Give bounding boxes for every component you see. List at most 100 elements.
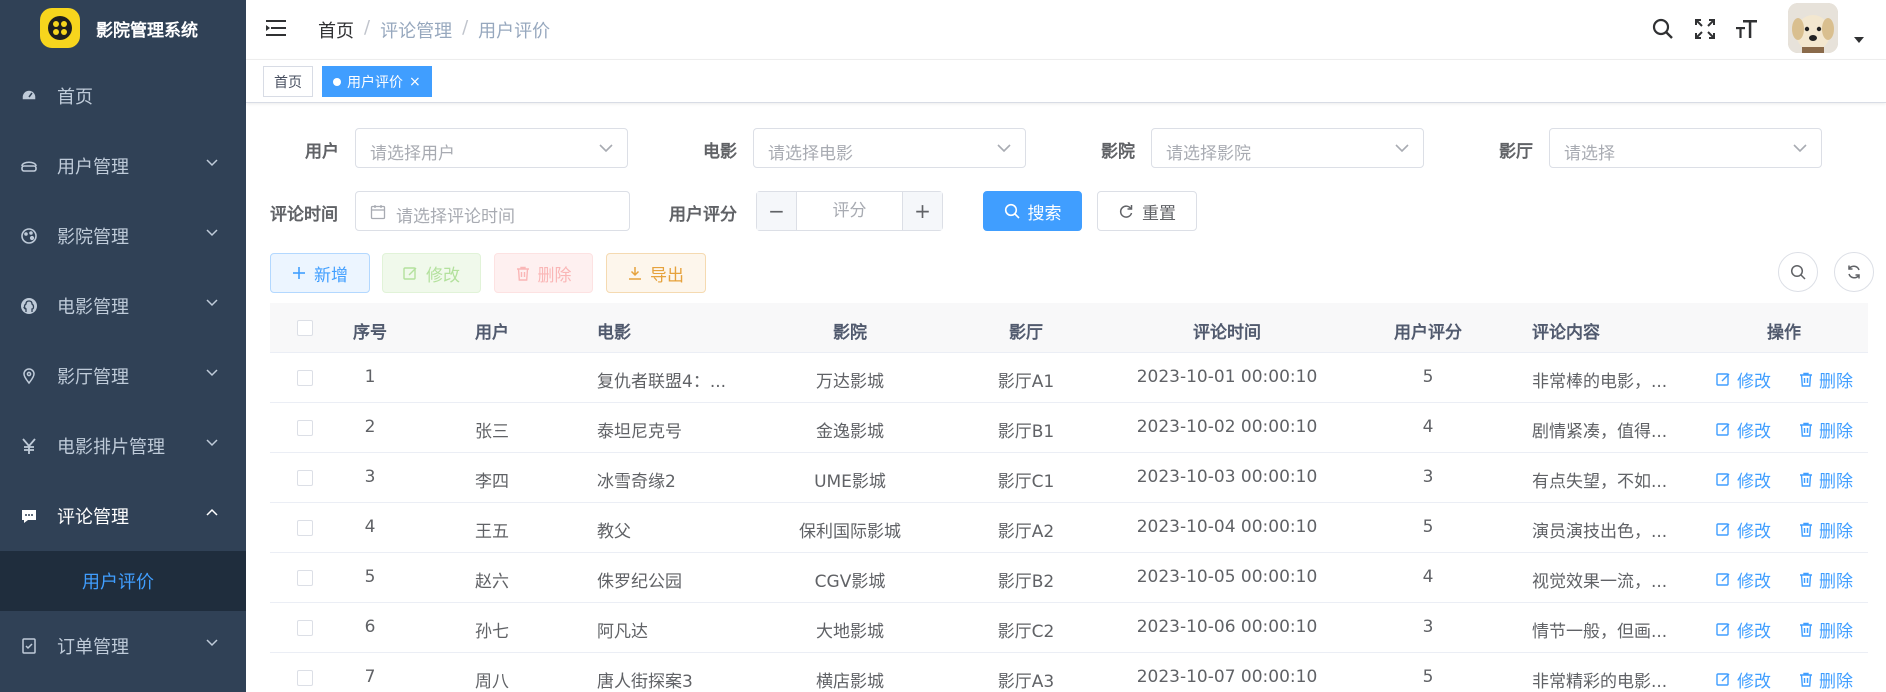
row-edit-button[interactable]: 修改 bbox=[1716, 517, 1771, 542]
breadcrumb-home[interactable]: 首页 bbox=[318, 17, 354, 43]
row-delete-label: 删除 bbox=[1819, 472, 1853, 492]
row-delete-button[interactable]: 删除 bbox=[1799, 367, 1853, 392]
edit-button[interactable]: 修改 bbox=[382, 253, 481, 293]
row-edit-button[interactable]: 修改 bbox=[1716, 567, 1771, 592]
cell-index: 1 bbox=[364, 367, 376, 387]
row-checkbox[interactable] bbox=[297, 520, 313, 536]
cinema-select[interactable]: 请选择影院 bbox=[1151, 128, 1424, 168]
row-checkbox[interactable] bbox=[297, 370, 313, 386]
palette-icon bbox=[19, 226, 39, 246]
sidebar-item-1[interactable]: 用户管理 bbox=[0, 131, 246, 201]
cell-content: 情节一般，但画... bbox=[1532, 622, 1668, 642]
table-row[interactable]: 3 李四 冰雪奇缘2 UME影城 影厅C1 2023-10-03 00:00:10 3 有点失… bbox=[270, 453, 1868, 503]
plus-button[interactable]: + bbox=[902, 192, 942, 230]
chevron-down-icon bbox=[206, 369, 218, 377]
hall-label: 影厅 bbox=[1499, 142, 1533, 162]
row-delete-button[interactable]: 删除 bbox=[1799, 467, 1853, 492]
row-checkbox[interactable] bbox=[297, 470, 313, 486]
row-checkbox[interactable] bbox=[297, 420, 313, 436]
header-user: 用户 bbox=[475, 323, 509, 343]
table-row[interactable]: 5 赵六 侏罗纪公园 CGV影城 影厅B2 2023-10-05 00:00:10 4 视觉效… bbox=[270, 553, 1868, 603]
font-size-icon[interactable] bbox=[1734, 16, 1760, 42]
row-delete-button[interactable]: 删除 bbox=[1799, 517, 1853, 542]
breadcrumb: 首页 / 评论管理 / 用户评价 bbox=[318, 17, 550, 43]
hamburger-icon[interactable] bbox=[266, 18, 288, 38]
row-checkbox[interactable] bbox=[297, 670, 313, 686]
row-edit-button[interactable]: 修改 bbox=[1716, 367, 1771, 392]
sidebar-item-2[interactable]: 影院管理 bbox=[0, 201, 246, 271]
row-edit-label: 修改 bbox=[1737, 622, 1771, 642]
movie-select[interactable]: 请选择电影 bbox=[753, 128, 1026, 168]
cell-cinema: 金逸影城 bbox=[816, 422, 884, 442]
sidebar-item-3[interactable]: 电影管理 bbox=[0, 271, 246, 341]
dashboard-icon bbox=[19, 86, 39, 106]
row-delete-button[interactable]: 删除 bbox=[1799, 417, 1853, 442]
cinema-select-placeholder: 请选择影院 bbox=[1166, 144, 1251, 164]
yen-icon bbox=[19, 436, 39, 456]
cell-hall: 影厅C2 bbox=[997, 622, 1055, 642]
table-row[interactable]: 1 复仇者联盟4：... 万达影城 影厅A1 2023-10-01 00:00:10 5 非… bbox=[270, 353, 1868, 403]
trash-icon bbox=[1800, 572, 1812, 587]
row-edit-button[interactable]: 修改 bbox=[1716, 667, 1771, 692]
user-label: 用户 bbox=[305, 142, 339, 162]
add-button-label: 新增 bbox=[314, 265, 348, 286]
logo[interactable]: 影院管理系统 bbox=[0, 0, 246, 56]
user-select[interactable]: 请选择用户 bbox=[355, 128, 628, 168]
row-checkbox[interactable] bbox=[297, 620, 313, 636]
cell-movie: 泰坦尼克号 bbox=[597, 422, 682, 442]
add-button[interactable]: 新增 bbox=[270, 253, 370, 293]
close-icon[interactable]: × bbox=[409, 74, 421, 90]
toggle-search-button[interactable] bbox=[1778, 252, 1818, 292]
sidebar-item-label: 用户管理 bbox=[57, 157, 129, 178]
score-input[interactable]: 评分 bbox=[797, 192, 902, 230]
tag-label: 首页 bbox=[274, 74, 302, 91]
cell-user: 孙七 bbox=[475, 622, 509, 642]
avatar[interactable] bbox=[1788, 3, 1838, 53]
tag-home[interactable]: 首页 bbox=[263, 66, 313, 97]
table-row[interactable]: 6 孙七 阿凡达 大地影城 影厅C2 2023-10-06 00:00:10 3 情节一般，但… bbox=[270, 603, 1868, 653]
row-edit-button[interactable]: 修改 bbox=[1716, 417, 1771, 442]
row-delete-button[interactable]: 删除 bbox=[1799, 667, 1853, 692]
export-button[interactable]: 导出 bbox=[606, 253, 706, 293]
sidebar-item-label: 电影排片管理 bbox=[57, 437, 165, 458]
caret-down-icon[interactable] bbox=[1854, 37, 1864, 43]
fullscreen-icon[interactable] bbox=[1692, 16, 1718, 42]
search-icon[interactable] bbox=[1650, 16, 1676, 42]
table-row[interactable]: 4 王五 教父 保利国际影城 影厅A2 2023-10-04 00:00:10 5 演员演技出… bbox=[270, 503, 1868, 553]
sidebar-item-6[interactable]: 评论管理 bbox=[0, 481, 246, 551]
user-group-icon bbox=[19, 156, 39, 176]
sidebar-subitem-user-review[interactable]: 用户评价 bbox=[0, 551, 246, 611]
reset-button[interactable]: 重置 bbox=[1097, 191, 1197, 231]
row-checkbox[interactable] bbox=[297, 570, 313, 586]
minus-button[interactable]: − bbox=[757, 192, 797, 230]
row-delete-button[interactable]: 删除 bbox=[1799, 617, 1853, 642]
delete-button[interactable]: 删除 bbox=[494, 253, 593, 293]
chat-icon bbox=[19, 506, 39, 526]
cell-hall: 影厅A3 bbox=[997, 672, 1055, 692]
sidebar-item-label: 影厅管理 bbox=[57, 367, 129, 388]
row-edit-button[interactable]: 修改 bbox=[1716, 617, 1771, 642]
row-edit-button[interactable]: 修改 bbox=[1716, 467, 1771, 492]
cell-hall: 影厅B2 bbox=[997, 572, 1055, 592]
sidebar-item-0[interactable]: 首页 bbox=[0, 61, 246, 131]
movie-label: 电影 bbox=[703, 142, 737, 162]
cell-content: 非常棒的电影，... bbox=[1532, 372, 1668, 392]
table-row[interactable]: 7 周八 唐人街探案3 横店影城 影厅A3 2023-10-07 00:00:10 5 非常精… bbox=[270, 653, 1868, 692]
table-row[interactable]: 2 张三 泰坦尼克号 金逸影城 影厅B1 2023-10-02 00:00:10 4 剧情紧凑… bbox=[270, 403, 1868, 453]
row-delete-button[interactable]: 删除 bbox=[1799, 567, 1853, 592]
comment-time-picker[interactable]: 请选择评论时间 bbox=[355, 191, 630, 231]
sidebar-item-7[interactable]: 订单管理 bbox=[0, 611, 246, 681]
sidebar-item-label: 评论管理 bbox=[57, 507, 129, 528]
time-label: 评论时间 bbox=[270, 205, 338, 225]
cell-time: 2023-10-04 00:00:10 bbox=[1136, 517, 1318, 537]
hall-select[interactable]: 请选择 bbox=[1549, 128, 1822, 168]
search-icon bbox=[1004, 203, 1020, 219]
sidebar-item-5[interactable]: 电影排片管理 bbox=[0, 411, 246, 481]
refresh-button[interactable] bbox=[1834, 252, 1874, 292]
sidebar-item-4[interactable]: 影厅管理 bbox=[0, 341, 246, 411]
search-button[interactable]: 搜索 bbox=[983, 191, 1082, 231]
select-all-checkbox[interactable] bbox=[297, 320, 313, 336]
score-stepper[interactable]: − 评分 + bbox=[756, 191, 943, 231]
cell-index: 3 bbox=[364, 467, 376, 487]
tag-user-review[interactable]: 用户评价 × bbox=[322, 66, 432, 97]
